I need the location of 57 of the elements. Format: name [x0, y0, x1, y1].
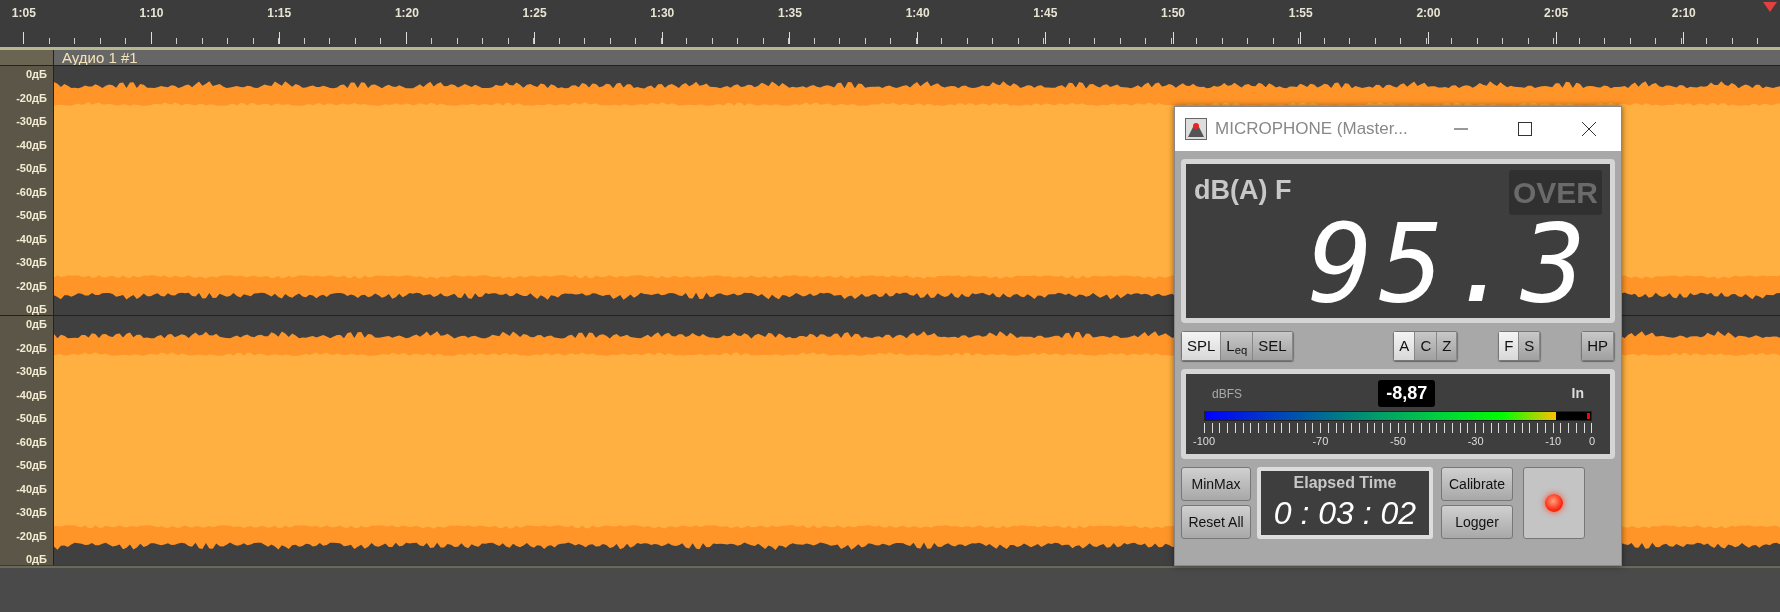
scale-label: -30: [1467, 434, 1484, 449]
scale-label: -50дБ: [16, 209, 47, 221]
scale-label: -20дБ: [16, 341, 47, 354]
scale-label: -30дБ: [16, 506, 47, 518]
mode-button[interactable]: F: [1499, 332, 1520, 360]
scale-label: -30дБ: [16, 365, 47, 377]
scale-label: -30дБ: [16, 115, 47, 127]
control-button[interactable]: Logger: [1441, 505, 1513, 539]
scale-label: -50дБ: [16, 162, 47, 174]
over-indicator: OVER: [1508, 170, 1602, 215]
scale-label: 0дБ: [26, 303, 47, 315]
mode-button[interactable]: L$_{eq}$: [1221, 332, 1254, 360]
mode-button[interactable]: SPL: [1182, 332, 1222, 360]
scale-label: -50дБ: [16, 459, 47, 471]
scale-label: -20дБ: [16, 279, 47, 292]
record-button[interactable]: [1523, 467, 1585, 539]
scale-label: 0дБ: [26, 68, 47, 80]
mode-button[interactable]: S: [1519, 332, 1541, 360]
scale-label: -20дБ: [16, 529, 47, 542]
mode-button[interactable]: Z: [1437, 332, 1458, 360]
scale-label: 0дБ: [26, 553, 47, 565]
playhead-icon[interactable]: [1763, 2, 1777, 12]
scale-label: -100: [1193, 434, 1215, 449]
track-title: Аудио 1 #1: [54, 50, 1780, 65]
level-value: -8,87: [1378, 380, 1436, 407]
scale-label: -40дБ: [16, 482, 47, 495]
scale-label: -40дБ: [16, 138, 47, 151]
scale-label: -50дБ: [16, 412, 47, 424]
mode-button[interactable]: SEL: [1253, 332, 1293, 360]
source-label: In: [1571, 384, 1584, 403]
scale-label: 0дБ: [26, 318, 47, 330]
window-title: MICROPHONE (Master...: [1215, 118, 1409, 141]
mode-button[interactable]: A: [1394, 332, 1416, 360]
minimize-icon: [1451, 128, 1471, 130]
unit-label: dB(A) F: [1194, 174, 1292, 207]
scale-label: -40дБ: [16, 232, 47, 245]
scale-label: -40дБ: [16, 388, 47, 401]
scale-label: -20дБ: [16, 91, 47, 104]
scale-label: -60дБ: [16, 185, 47, 198]
control-button[interactable]: Reset All: [1181, 505, 1251, 539]
elapsed-time-value: 0 : 03 : 02: [1272, 494, 1418, 533]
unit-label: dBFS: [1212, 385, 1242, 403]
scale-label: -50: [1390, 434, 1406, 449]
scale-label: -10: [1545, 434, 1562, 449]
mode-button[interactable]: C: [1415, 332, 1438, 360]
elapsed-time-label: Elapsed Time: [1292, 473, 1398, 493]
close-icon: [1579, 119, 1599, 139]
maximize-icon: [1515, 119, 1535, 139]
app-icon: [1185, 118, 1207, 140]
scale-label: 0: [1588, 434, 1596, 449]
timeline-ruler[interactable]: 1:05 1:10 1:15 1:20 1:25 1:30 1:35 1:40 1:45 1:50 1:55 2:00 2:05 2:10: [0, 0, 1780, 50]
scale-label: -70: [1312, 434, 1329, 449]
mode-button[interactable]: HP: [1582, 332, 1614, 360]
control-button[interactable]: Calibrate: [1441, 467, 1513, 501]
scale-label: -60дБ: [16, 435, 47, 448]
control-button[interactable]: MinMax: [1181, 467, 1251, 501]
scale-label: -30дБ: [16, 256, 47, 268]
